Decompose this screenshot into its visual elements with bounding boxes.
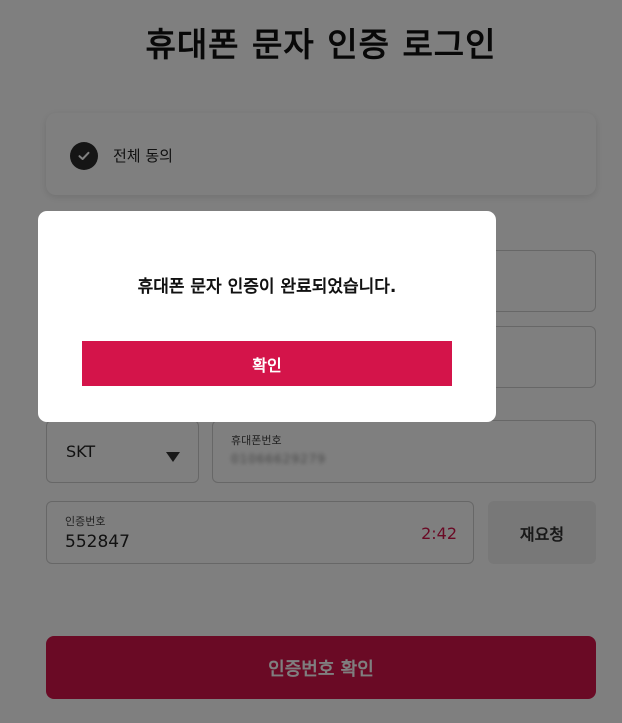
confirm-button[interactable]: 확인: [82, 341, 452, 386]
alert-dialog: 휴대폰 문자 인증이 완료되었습니다. 확인: [38, 211, 496, 422]
dialog-message: 휴대폰 문자 인증이 완료되었습니다.: [137, 277, 397, 297]
